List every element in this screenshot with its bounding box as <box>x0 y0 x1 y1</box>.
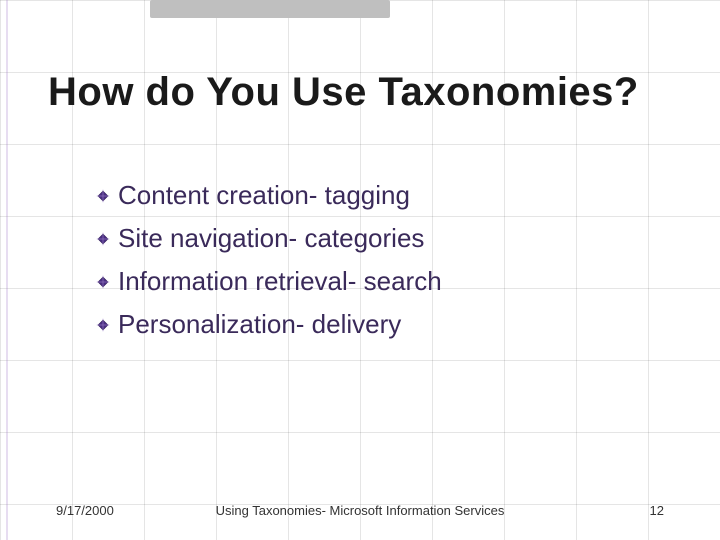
slide-footer: 9/17/2000 Using Taxonomies- Microsoft In… <box>56 503 664 518</box>
slide-title: How do You Use Taxonomies? <box>48 70 690 115</box>
list-item: Information retrieval- search <box>96 264 680 299</box>
list-item: Personalization- delivery <box>96 307 680 342</box>
bullet-text: Site navigation- categories <box>118 221 424 256</box>
list-item: Site navigation- categories <box>96 221 680 256</box>
bullet-list: Content creation- tagging Site navigatio… <box>96 178 680 350</box>
left-vertical-rule <box>6 0 8 540</box>
diamond-bullet-icon <box>96 318 110 332</box>
footer-date: 9/17/2000 <box>56 503 114 518</box>
bullet-text: Personalization- delivery <box>118 307 401 342</box>
footer-center: Using Taxonomies- Microsoft Information … <box>56 503 664 518</box>
slide-background: How do You Use Taxonomies? Content creat… <box>0 0 720 540</box>
bullet-text: Information retrieval- search <box>118 264 442 299</box>
diamond-bullet-icon <box>96 189 110 203</box>
bullet-text: Content creation- tagging <box>118 178 410 213</box>
footer-page: 12 <box>650 503 664 518</box>
top-tab-bar <box>150 0 390 18</box>
list-item: Content creation- tagging <box>96 178 680 213</box>
diamond-bullet-icon <box>96 232 110 246</box>
diamond-bullet-icon <box>96 275 110 289</box>
